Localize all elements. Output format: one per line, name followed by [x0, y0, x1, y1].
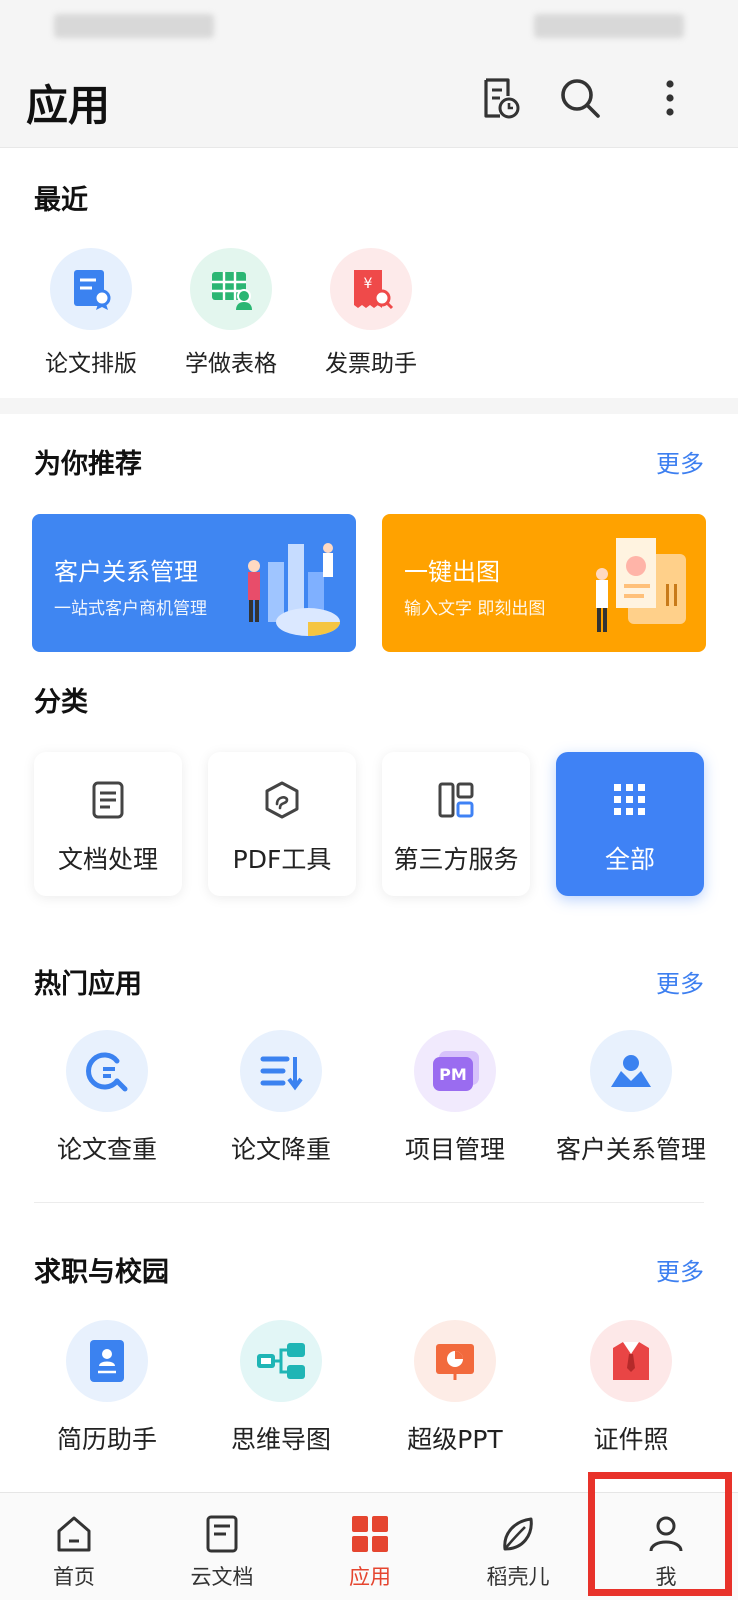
career-item-mind-map[interactable]: 思维导图: [196, 1320, 366, 1456]
banner-subtitle: 输入文字 即刻出图: [404, 599, 546, 619]
category-third-party[interactable]: 第三方服务: [382, 752, 530, 896]
banner-subtitle: 一站式客户商机管理: [54, 599, 207, 619]
hot-item-reduce-duplicate[interactable]: 论文降重: [196, 1030, 366, 1166]
career-item-resume[interactable]: 简历助手: [22, 1320, 192, 1456]
cloud-document-icon: [206, 1515, 238, 1553]
recent-section-title: 最近: [34, 185, 88, 216]
image-generate-illustration-icon: [596, 538, 686, 632]
tab-label: 云文档: [190, 1565, 254, 1589]
tab-cloud-docs[interactable]: 云文档: [148, 1493, 296, 1600]
banner-one-click-image[interactable]: 一键出图 输入文字 即刻出图: [382, 514, 706, 652]
app-bar: 应用: [0, 52, 738, 148]
recommend-section-title: 为你推荐: [34, 449, 142, 480]
hot-item-label: 客户关系管理: [555, 1135, 706, 1164]
crm-icon: [590, 1030, 672, 1112]
career-item-super-ppt[interactable]: 超级PPT: [370, 1320, 540, 1456]
thesis-format-icon: [50, 248, 132, 330]
career-item-label: 证件照: [593, 1425, 669, 1454]
tab-label: 首页: [53, 1565, 95, 1589]
search-icon[interactable]: [556, 74, 604, 122]
dots-grid-icon: [614, 784, 645, 815]
hot-item-plagiarism-check[interactable]: 论文查重: [22, 1030, 192, 1166]
mind-map-icon: [240, 1320, 322, 1402]
category-label: 第三方服务: [393, 845, 519, 874]
career-item-label: 简历助手: [56, 1425, 157, 1454]
hot-more-link[interactable]: 更多: [656, 964, 704, 999]
more-vertical-icon[interactable]: [646, 74, 694, 122]
category-document-processing[interactable]: 文档处理: [34, 752, 182, 896]
category-label: PDF工具: [232, 845, 332, 874]
section-divider: [0, 398, 738, 414]
resume-icon: [66, 1320, 148, 1402]
tab-apps[interactable]: 应用: [296, 1493, 444, 1600]
history-document-icon[interactable]: [476, 74, 524, 122]
category-pdf-tools[interactable]: PDF工具: [208, 752, 356, 896]
category-label: 全部: [604, 845, 655, 874]
svg-text:PM: PM: [439, 1065, 467, 1084]
layout-grid-icon: [438, 782, 474, 818]
hot-item-crm[interactable]: 客户关系管理: [546, 1030, 716, 1166]
highlight-box: [588, 1472, 732, 1596]
category-label: 文档处理: [57, 845, 158, 874]
category-all[interactable]: 全部: [556, 752, 704, 896]
hot-item-project-management[interactable]: PM 项目管理: [370, 1030, 540, 1166]
hot-item-label: 论文查重: [56, 1135, 157, 1164]
recent-item-label: 发票助手: [325, 351, 417, 377]
career-more-link[interactable]: 更多: [656, 1252, 704, 1287]
banner-title: 一键出图: [404, 558, 500, 586]
leaf-icon: [503, 1517, 533, 1551]
status-left-blurred: [54, 14, 214, 38]
banner-title: 客户关系管理: [54, 558, 198, 586]
document-icon: [92, 781, 124, 819]
recommend-more-link[interactable]: 更多: [656, 444, 704, 479]
career-item-label: 思维导图: [230, 1425, 331, 1454]
id-photo-icon: [590, 1320, 672, 1402]
project-management-icon: PM: [414, 1030, 496, 1112]
home-icon: [57, 1516, 91, 1552]
status-right-blurred: [534, 14, 684, 38]
banner-crm[interactable]: 客户关系管理 一站式客户商机管理: [32, 514, 356, 652]
learn-table-icon: [190, 248, 272, 330]
tab-docer[interactable]: 稻壳儿: [444, 1493, 592, 1600]
recent-item-invoice[interactable]: ¥ 发票助手: [286, 248, 456, 378]
crm-illustration-icon: [248, 543, 340, 636]
career-section-title: 求职与校园: [34, 1257, 169, 1288]
super-ppt-icon: [414, 1320, 496, 1402]
apps-grid-icon: [352, 1516, 388, 1552]
tab-label: 应用: [349, 1565, 391, 1589]
status-bar: [0, 0, 738, 52]
tab-home[interactable]: 首页: [0, 1493, 148, 1600]
tab-label: 稻壳儿: [486, 1565, 550, 1589]
hot-item-label: 论文降重: [230, 1135, 331, 1164]
reduce-duplicate-icon: [240, 1030, 322, 1112]
hot-section-title: 热门应用: [34, 969, 142, 1000]
pdf-icon: [265, 781, 299, 819]
career-item-label: 超级PPT: [407, 1425, 503, 1454]
career-item-id-photo[interactable]: 证件照: [546, 1320, 716, 1456]
plagiarism-check-icon: [66, 1030, 148, 1112]
category-section-title: 分类: [34, 687, 88, 718]
page-title: 应用: [26, 81, 111, 130]
section-divider-line: [34, 1202, 704, 1203]
svg-text:¥: ¥: [364, 276, 373, 292]
hot-item-label: 项目管理: [404, 1135, 505, 1164]
invoice-icon: ¥: [330, 248, 412, 330]
